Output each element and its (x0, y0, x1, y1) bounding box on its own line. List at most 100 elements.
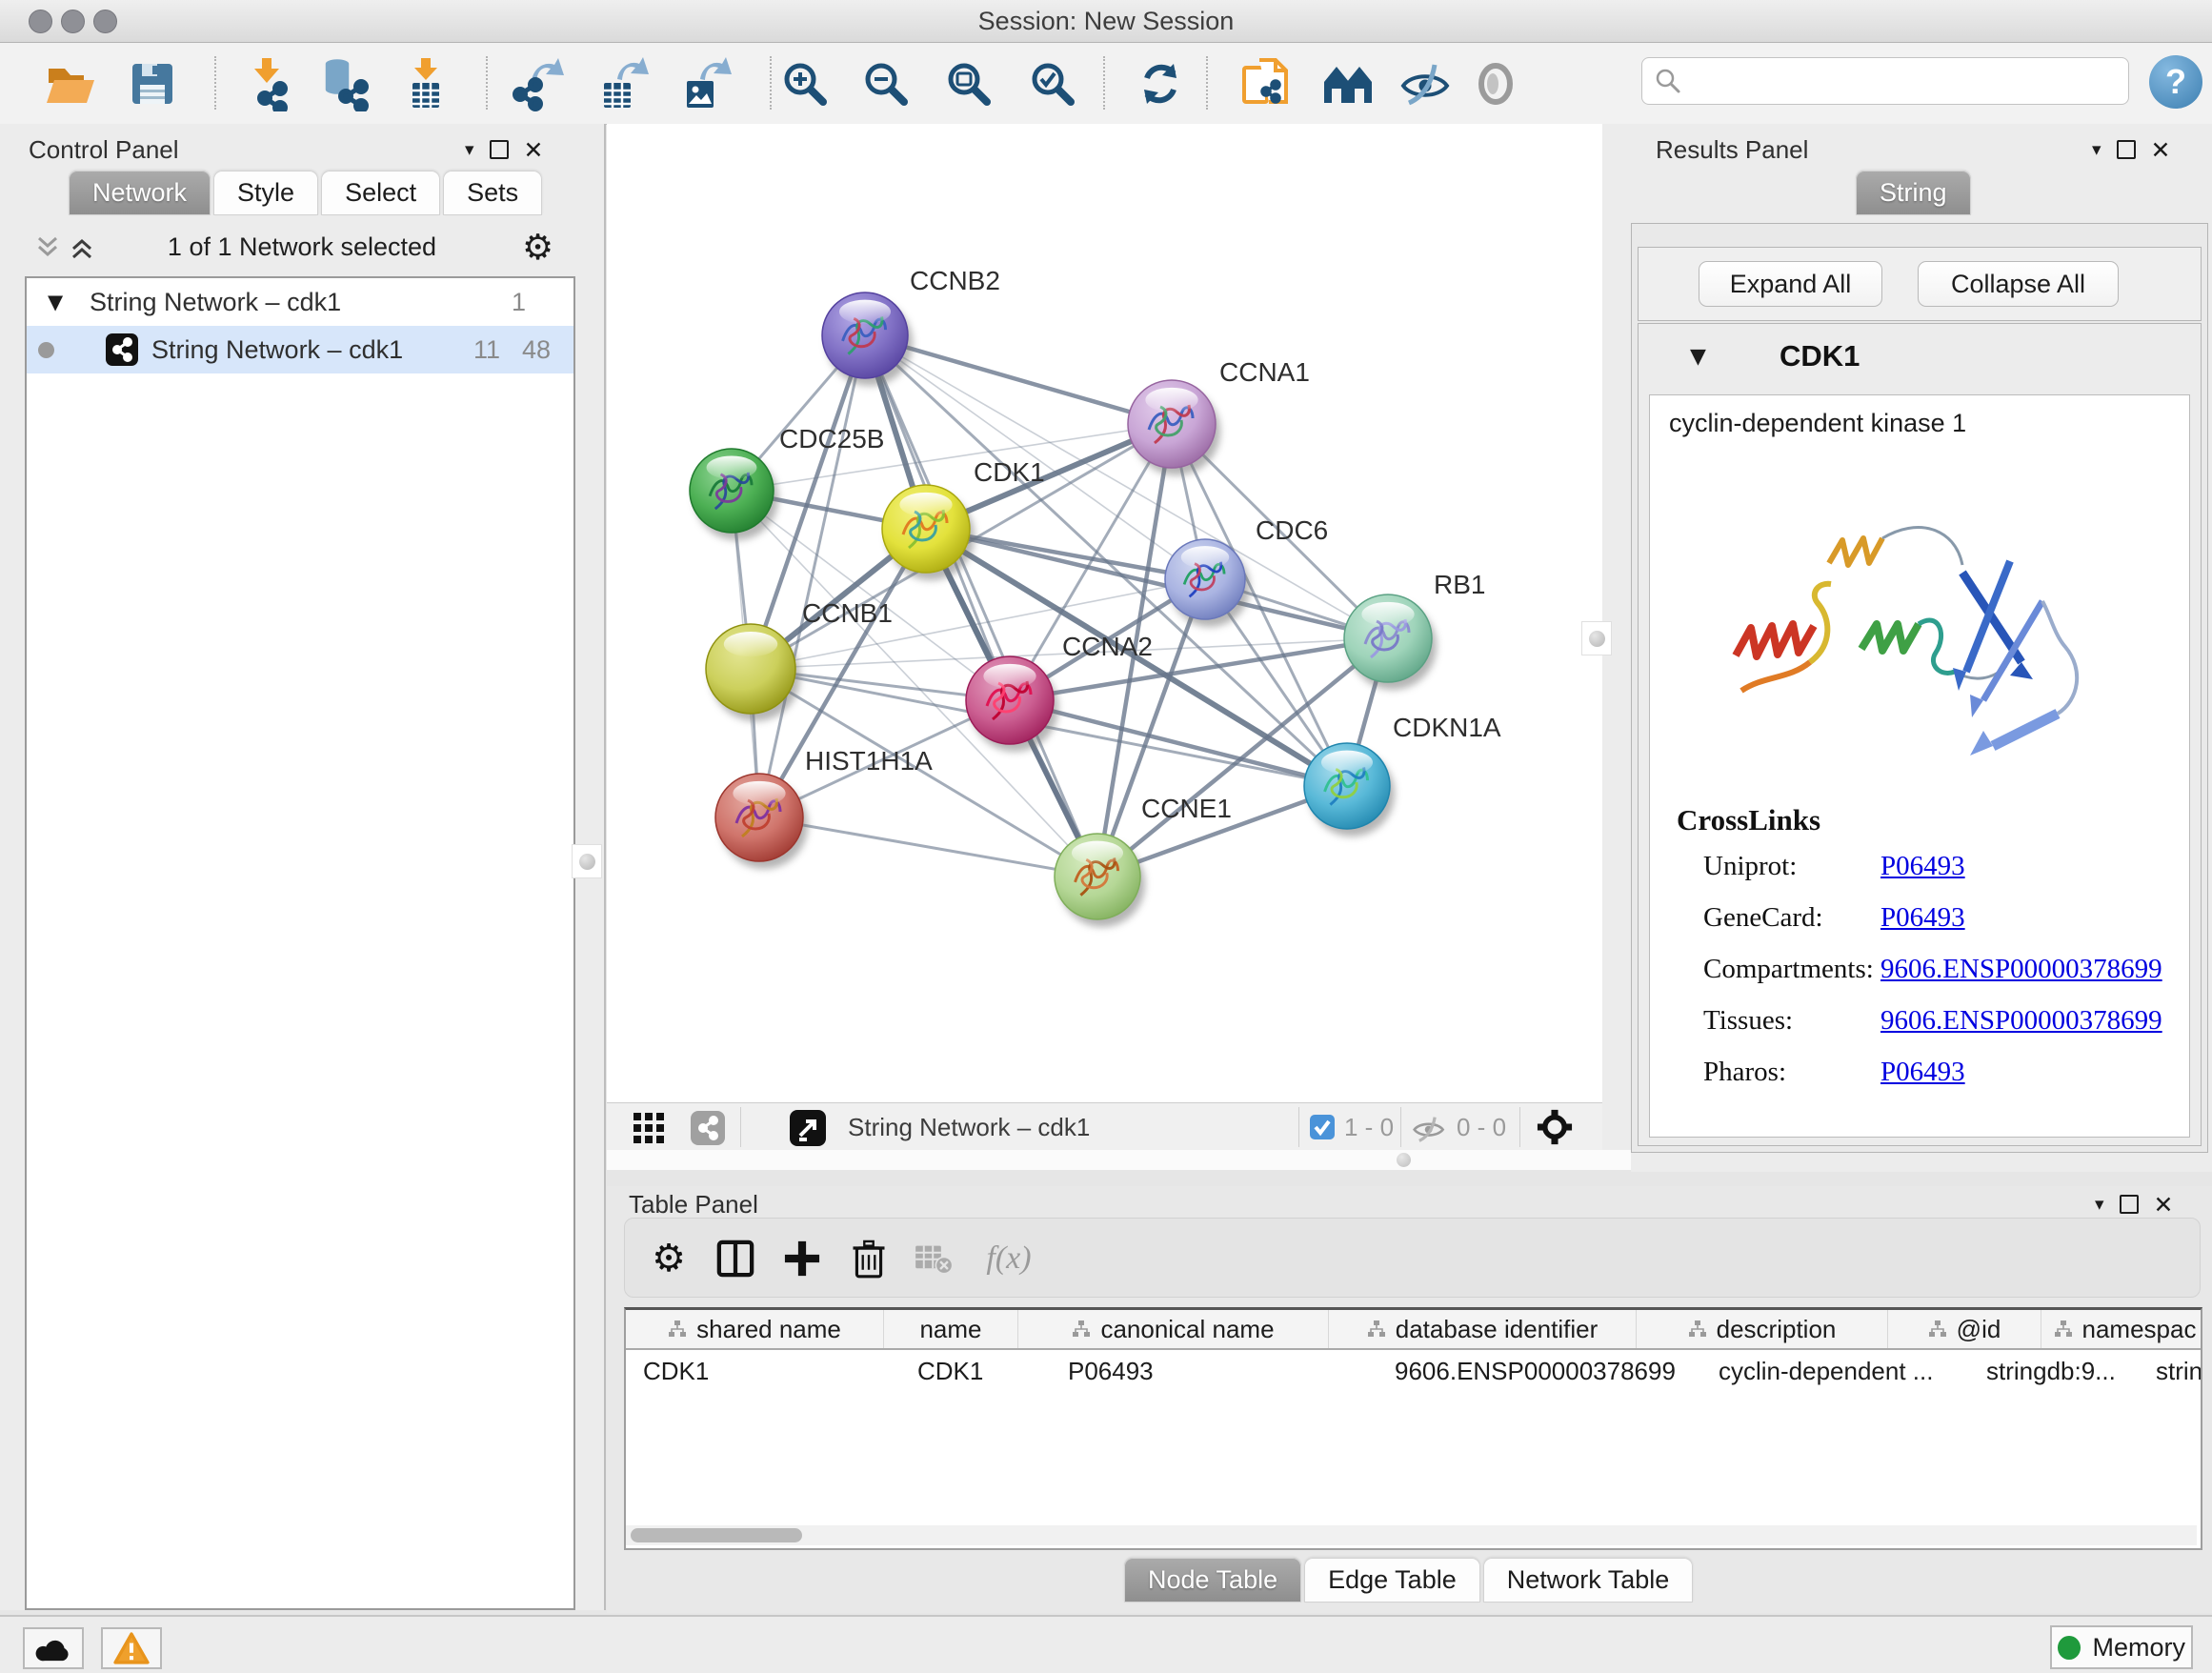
table-cell: P06493 (1051, 1350, 1377, 1392)
network-node-CCNB2[interactable] (822, 292, 913, 386)
zoom-in-button[interactable] (774, 53, 836, 114)
show-all-button[interactable] (1464, 53, 1527, 114)
network-node-CDK1[interactable] (882, 485, 975, 580)
gene-card-collapse-icon[interactable]: ▼ (1690, 345, 1706, 369)
export-table-button[interactable] (593, 53, 655, 114)
gear-icon: ⚙ (652, 1237, 686, 1280)
network-node-CDC25B[interactable] (690, 449, 778, 540)
network-badge-gray-icon[interactable] (691, 1111, 725, 1145)
export-network-button[interactable] (509, 53, 572, 114)
detach-view-icon[interactable] (790, 1110, 826, 1146)
crosslink-value-link[interactable]: P06493 (1880, 1057, 1965, 1108)
tab-edge-table[interactable]: Edge Table (1304, 1558, 1480, 1602)
tab-network[interactable]: Network (69, 171, 211, 215)
cloud-status-button[interactable] (23, 1627, 84, 1669)
selected-checkbox-icon[interactable] (1310, 1115, 1335, 1139)
panel-menu-caret-icon[interactable]: ▾ (465, 139, 474, 160)
tab-style[interactable]: Style (213, 171, 318, 215)
window-zoom-button[interactable] (93, 10, 117, 33)
window-close-button[interactable] (29, 10, 52, 33)
node-label-CDKN1A: CDKN1A (1393, 713, 1501, 742)
column-header-@id[interactable]: @id (1888, 1310, 2041, 1348)
node-gloss (733, 781, 785, 806)
network-node-CDKN1A[interactable] (1304, 743, 1395, 836)
network-edge-CCNE1-CCNB2[interactable] (865, 335, 1097, 877)
warnings-button[interactable] (101, 1627, 162, 1669)
panel-menu-caret-icon[interactable]: ▾ (2095, 1194, 2104, 1215)
column-header-namespac[interactable]: namespac (2041, 1310, 2202, 1348)
zoom-fit-button[interactable] (937, 53, 1000, 114)
network-node-HIST1H1A[interactable] (715, 774, 808, 869)
birdseye-crosshair-icon[interactable] (1534, 1106, 1576, 1148)
column-header-canonical-name[interactable]: canonical name (1018, 1310, 1329, 1348)
network-canvas[interactable]: CCNB2CCNA1CDC25BCDK1CDC6RB1CCNB1CCNA2CDK… (607, 124, 1602, 1102)
column-header-name[interactable]: name (884, 1310, 1018, 1348)
left-splitter-handle[interactable] (572, 844, 602, 878)
fx-icon: f(x) (986, 1240, 1031, 1277)
expand-all-button[interactable]: Expand All (1699, 261, 1882, 307)
crosslink-value-link[interactable]: 9606.ENSP00000378699 (1880, 1005, 2162, 1057)
crosslink-value-link[interactable]: P06493 (1880, 851, 1965, 902)
import-network-file-button[interactable] (237, 53, 300, 114)
network-row[interactable]: String Network – cdk1 11 48 (27, 326, 573, 373)
import-network-database-button[interactable] (313, 53, 376, 114)
export-image-button[interactable] (675, 53, 738, 114)
zoom-selected-button[interactable] (1021, 53, 1084, 114)
function-builder-button[interactable]: f(x) (966, 1232, 1052, 1285)
help-button[interactable]: ? (2149, 55, 2202, 109)
import-table-file-button[interactable] (394, 53, 457, 114)
save-floppy-icon (126, 57, 179, 111)
panel-float-icon[interactable] (2117, 140, 2136, 159)
panel-float-icon[interactable] (490, 140, 509, 159)
open-session-button[interactable] (40, 53, 103, 114)
panel-menu-caret-icon[interactable]: ▾ (2092, 139, 2101, 160)
clone-network-button[interactable] (1236, 53, 1298, 114)
panel-float-icon[interactable] (2120, 1195, 2139, 1214)
network-collection-row[interactable]: ▼ String Network – cdk1 1 (27, 278, 573, 326)
table-column-icon (668, 1320, 687, 1339)
network-node-CDC6[interactable] (1165, 539, 1250, 627)
delete-table-button[interactable] (907, 1232, 960, 1285)
network-node-CCNA2[interactable] (966, 656, 1058, 752)
tab-network-table[interactable]: Network Table (1483, 1558, 1694, 1602)
table-horizontal-scrollbar[interactable] (626, 1525, 2197, 1545)
tab-string[interactable]: String (1856, 171, 1971, 215)
gene-card-header[interactable]: ▼ CDK1 (1639, 324, 2201, 393)
network-node-CCNA1[interactable] (1128, 380, 1220, 475)
tab-sets[interactable]: Sets (443, 171, 542, 215)
grid-view-icon[interactable] (633, 1113, 666, 1143)
table-header-row: shared namenamecanonical name database id… (626, 1310, 2201, 1350)
collapse-all-button[interactable]: Collapse All (1918, 261, 2119, 307)
column-header-database-identifier[interactable]: database identifier (1329, 1310, 1637, 1348)
memory-button[interactable]: Memory (2050, 1625, 2193, 1669)
hide-selected-button[interactable] (1393, 53, 1456, 114)
first-neighbors-button[interactable] (1317, 53, 1379, 114)
column-header-description[interactable]: description (1637, 1310, 1888, 1348)
network-options-gear-icon[interactable]: ⚙ (522, 227, 553, 268)
delete-column-button[interactable] (842, 1232, 895, 1285)
crosslink-label: Uniprot: (1703, 851, 1880, 902)
zoom-out-button[interactable] (855, 53, 917, 114)
crosslink-value-link[interactable]: 9606.ENSP00000378699 (1880, 954, 2162, 1005)
scrollbar-thumb[interactable] (631, 1528, 802, 1542)
collection-expand-icon[interactable]: ▼ (48, 291, 63, 313)
right-splitter-handle[interactable] (1581, 621, 1612, 655)
save-session-button[interactable] (121, 53, 184, 114)
show-columns-button[interactable] (709, 1232, 762, 1285)
table-delete-icon (913, 1240, 955, 1278)
window-minimize-button[interactable] (61, 10, 85, 33)
tab-select[interactable]: Select (321, 171, 440, 215)
table-options-button[interactable]: ⚙ (642, 1232, 695, 1285)
panel-close-icon[interactable]: ✕ (524, 138, 544, 162)
panel-close-icon[interactable]: ✕ (2154, 1193, 2174, 1217)
tab-node-table[interactable]: Node Table (1124, 1558, 1301, 1602)
network-node-RB1[interactable] (1344, 595, 1437, 690)
create-column-button[interactable] (775, 1232, 829, 1285)
apply-layout-button[interactable] (1129, 53, 1192, 114)
panel-close-icon[interactable]: ✕ (2151, 138, 2171, 162)
crosslink-value-link[interactable]: P06493 (1880, 902, 1965, 954)
table-row[interactable]: CDK1CDK1P064939606.ENSP00000378699cyclin… (626, 1350, 2201, 1392)
search-input[interactable] (1682, 67, 2128, 96)
column-header-shared-name[interactable]: shared name (626, 1310, 884, 1348)
column-label: database identifier (1396, 1315, 1598, 1344)
